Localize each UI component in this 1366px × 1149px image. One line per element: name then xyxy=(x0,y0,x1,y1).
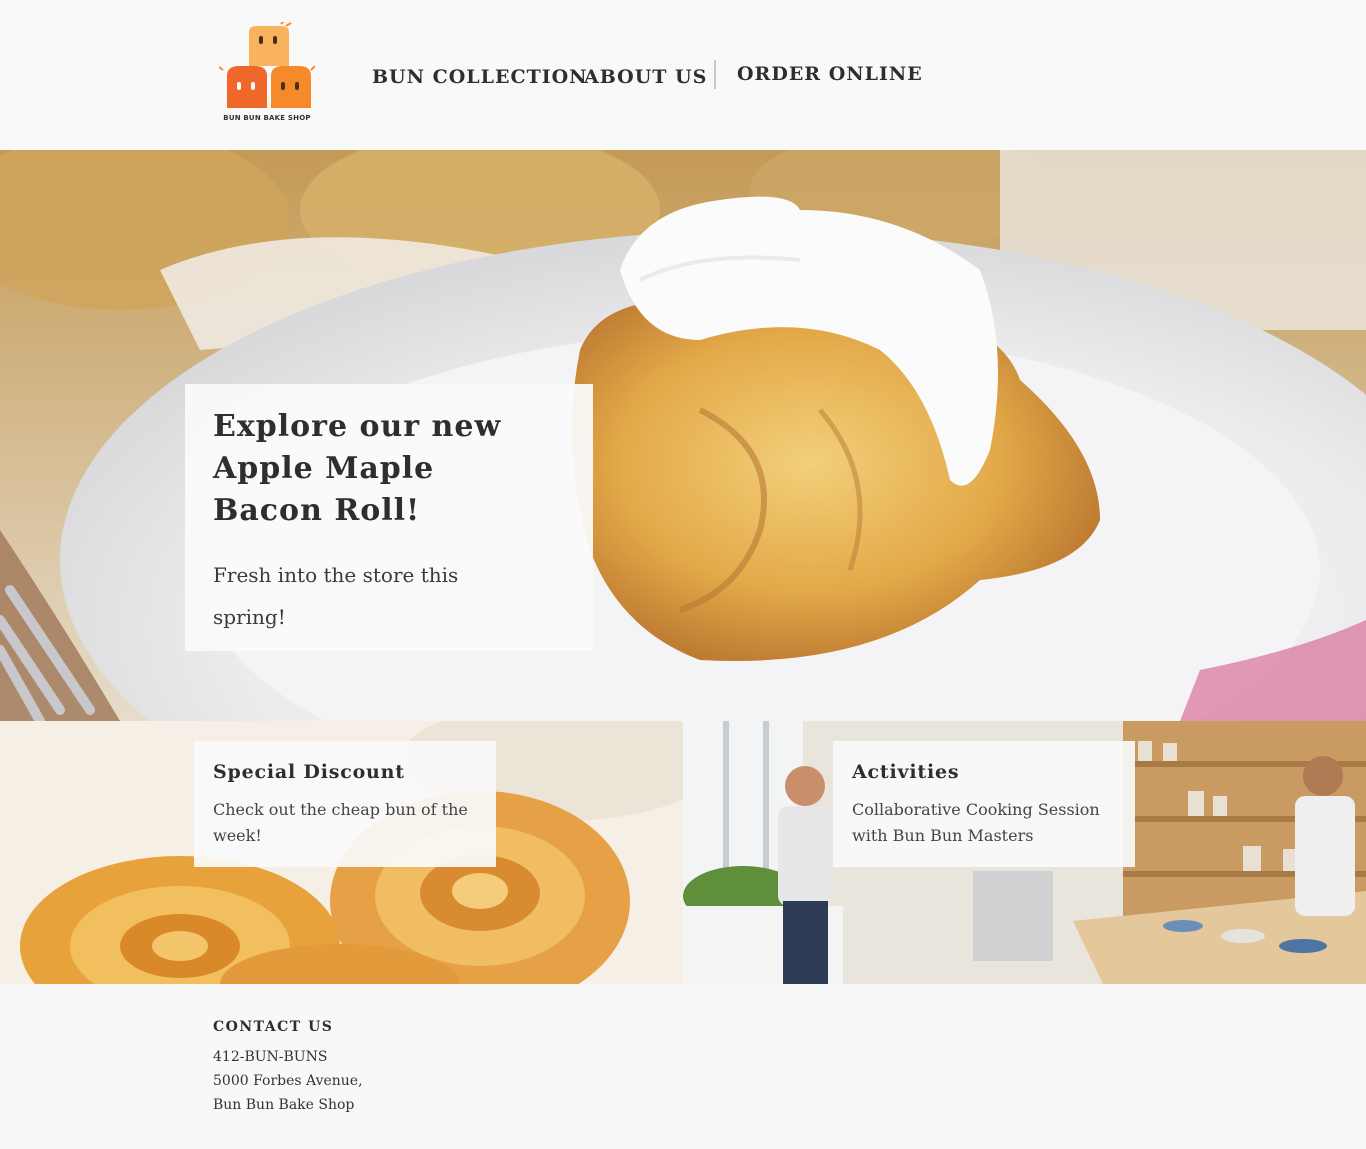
hero-banner: Explore our new Apple Maple Bacon Roll! … xyxy=(0,150,1366,721)
activities-tile[interactable]: Activities Collaborative Cooking Session… xyxy=(683,721,1366,984)
hero-subtitle: Fresh into the store this spring! xyxy=(213,563,459,629)
activities-card[interactable]: Activities Collaborative Cooking Session… xyxy=(833,741,1135,867)
site-footer: CONTACT US 412-BUN-BUNS 5000 Forbes Aven… xyxy=(0,984,1366,1149)
hero-promo-card[interactable]: Explore our new Apple Maple Bacon Roll! … xyxy=(185,384,593,651)
nav-about-us[interactable]: ABOUT US xyxy=(584,66,707,88)
special-discount-text: Check out the cheap bun of the week! xyxy=(213,800,468,845)
bun-logo-icon xyxy=(218,19,316,108)
contact-heading: CONTACT US xyxy=(213,1019,334,1035)
activities-title: Activities xyxy=(852,761,960,783)
logo-text: BUN BUN BAKE SHOP xyxy=(223,114,311,122)
nav-order-online[interactable]: ORDER ONLINE xyxy=(737,63,923,85)
special-discount-card[interactable]: Special Discount Check out the cheap bun… xyxy=(194,741,496,867)
page: BUN BUN BAKE SHOP BUN COLLECTION ABOUT U… xyxy=(0,0,1366,1149)
contact-address: 5000 Forbes Avenue, xyxy=(213,1073,363,1089)
logo[interactable]: BUN BUN BAKE SHOP xyxy=(218,19,316,126)
hero-title: Explore our new Apple Maple Bacon Roll! xyxy=(213,409,502,528)
nav-bun-collection[interactable]: BUN COLLECTION xyxy=(372,66,588,88)
activities-text: Collaborative Cooking Session with Bun B… xyxy=(852,800,1100,845)
nav-divider xyxy=(714,60,716,89)
special-discount-title: Special Discount xyxy=(213,761,405,783)
contact-phone[interactable]: 412-BUN-BUNS xyxy=(213,1049,327,1065)
contact-shop-name: Bun Bun Bake Shop xyxy=(213,1097,355,1113)
site-header: BUN BUN BAKE SHOP BUN COLLECTION ABOUT U… xyxy=(0,0,1366,150)
special-discount-tile[interactable]: Special Discount Check out the cheap bun… xyxy=(0,721,683,984)
